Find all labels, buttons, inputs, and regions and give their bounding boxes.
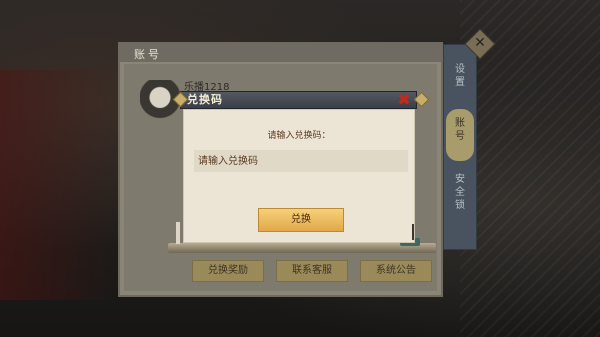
scroll-ornament: [176, 222, 180, 244]
tab-settings[interactable]: 设置: [444, 63, 476, 89]
account-panel-header: 账号: [120, 44, 441, 62]
redeem-code-input[interactable]: [194, 150, 408, 172]
tab-account[interactable]: 账号: [446, 109, 474, 161]
tab-account-label: 账号: [455, 118, 465, 142]
tab-security-lock-label: 安全锁: [455, 174, 465, 211]
redeem-prompt: 请输入兑换码：: [267, 131, 331, 141]
background-red-pillar: [0, 70, 120, 300]
dialog-header: 兑换码: [180, 91, 417, 109]
contact-support-button[interactable]: 联系客服: [276, 260, 348, 282]
redeem-rewards-button[interactable]: 兑换奖励: [192, 260, 264, 282]
redeem-button[interactable]: 兑换: [258, 208, 344, 232]
tab-settings-label: 设置: [455, 64, 465, 88]
redeem-code-dialog: 请输入兑换码： 兑换: [183, 109, 415, 243]
dialog-edge-ornament: [412, 224, 414, 240]
panel-close-icon[interactable]: ✕: [472, 33, 488, 53]
player-avatar: [140, 80, 180, 130]
dialog-shelf-ornament: [168, 243, 436, 253]
system-announcement-button[interactable]: 系统公告: [360, 260, 432, 282]
side-tab-bar: 设置 账号 安全锁: [443, 44, 477, 250]
dialog-title: 兑换码: [187, 93, 223, 106]
tab-security-lock[interactable]: 安全锁: [444, 173, 476, 212]
dialog-close-icon[interactable]: ✖: [396, 92, 412, 108]
account-panel-title: 账号: [134, 48, 162, 61]
